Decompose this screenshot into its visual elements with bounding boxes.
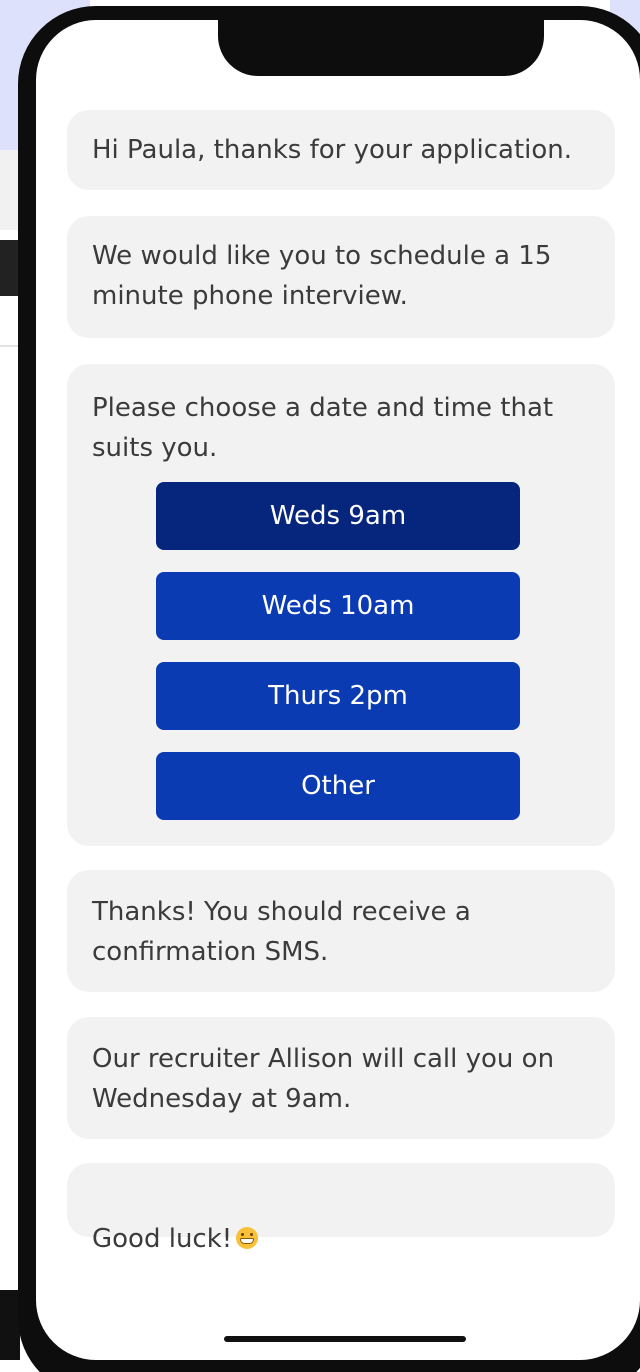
chat-message-text: Please choose a date and time that suits… [92,393,554,463]
chat-message-line: Good luck! [92,1179,592,1259]
phone-notch [218,20,544,76]
option-button-other[interactable]: Other [156,752,520,820]
chat-message-text: Hi Paula, thanks for your application. [92,135,573,165]
grinning-face-icon [236,1227,259,1249]
chat-message-text: We would like you to schedule a 15 minut… [92,241,552,311]
background-app-footer [0,1290,20,1360]
option-button-thurs-2pm[interactable]: Thurs 2pm [156,662,520,730]
page: Hi Paula, thanks for your application. W… [0,0,640,1372]
chat-message: Our recruiter Allison will call you on W… [67,1017,615,1139]
chat-message: Hi Paula, thanks for your application. [67,110,615,190]
chat-message-text: Good luck! [92,1224,233,1254]
background-app-bar [0,240,18,296]
chat-message-with-options: Please choose a date and time that suits… [67,364,615,846]
chat-message-text: Our recruiter Allison will call you on W… [92,1044,555,1114]
home-indicator[interactable] [224,1336,466,1342]
option-button-weds-9am[interactable]: Weds 9am [156,482,520,550]
chat-message: Good luck! [67,1163,615,1254]
chat-message: Thanks! You should receive a confirmatio… [67,870,615,992]
chat-message: We would like you to schedule a 15 minut… [67,216,615,338]
chat-message-text: Thanks! You should receive a confirmatio… [92,897,471,967]
option-button-weds-10am[interactable]: Weds 10am [156,572,520,640]
